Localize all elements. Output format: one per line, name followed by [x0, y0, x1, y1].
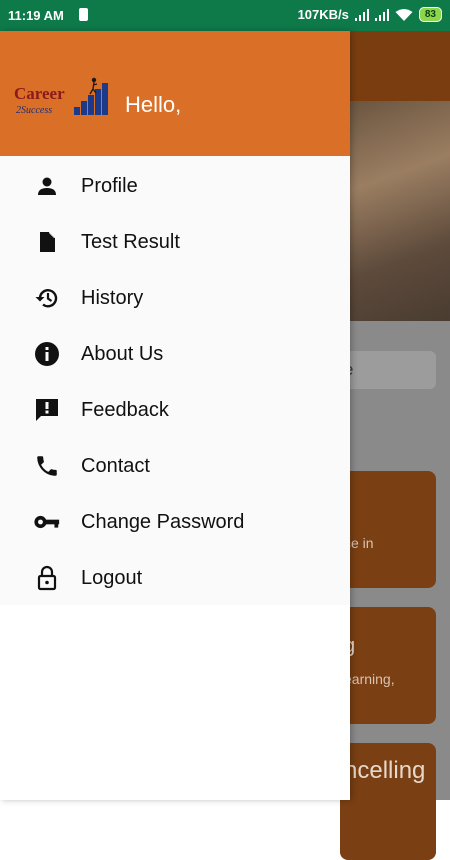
drawer-menu: Profile Test Result History About Us Fee [0, 156, 350, 605]
menu-item-about-us[interactable]: About Us [0, 326, 350, 382]
background-card: ce in [340, 471, 436, 588]
feedback-icon [33, 396, 61, 424]
menu-item-label: Contact [81, 454, 150, 477]
menu-item-label: Logout [81, 566, 143, 589]
signal-icon [374, 8, 389, 21]
background-card: g earning, [340, 607, 436, 724]
menu-item-contact[interactable]: Contact [0, 438, 350, 494]
menu-item-history[interactable]: History [0, 270, 350, 326]
menu-item-feedback[interactable]: Feedback [0, 382, 350, 438]
background-search-input: e [340, 351, 436, 389]
key-icon [33, 508, 61, 536]
menu-item-logout[interactable]: Logout [0, 550, 350, 606]
lock-icon [33, 564, 61, 592]
net-speed: 107KB/s [297, 7, 349, 22]
sim-icon [79, 8, 88, 21]
document-icon [33, 228, 61, 256]
info-icon [33, 340, 61, 368]
status-bar: 11:19 AM 107KB/s 83 [0, 0, 450, 31]
phone-icon [33, 452, 61, 480]
menu-item-label: Feedback [81, 398, 169, 421]
svg-text:2Success: 2Success [16, 105, 52, 116]
status-time: 11:19 AM [8, 8, 64, 23]
menu-item-label: Profile [81, 174, 138, 197]
menu-item-label: Change Password [81, 510, 245, 533]
menu-item-label: Test Result [81, 230, 180, 253]
navigation-drawer: Career 2Success Hello, Profile Test Resu… [0, 31, 350, 800]
background-card: ncelling [340, 743, 436, 860]
svg-text:Career: Career [14, 84, 65, 103]
background-card-title: ncelling [344, 757, 426, 784]
drawer-header: Career 2Success Hello, [0, 31, 350, 156]
battery-icon: 83 [418, 7, 442, 22]
menu-item-label: History [81, 286, 144, 309]
menu-item-change-password[interactable]: Change Password [0, 494, 350, 550]
menu-item-profile[interactable]: Profile [0, 158, 350, 214]
status-icons: 107KB/s 83 [298, 7, 442, 22]
person-icon [33, 172, 61, 200]
menu-item-test-result[interactable]: Test Result [0, 214, 350, 270]
signal-icon [354, 8, 369, 21]
greeting-text: Hello, [125, 92, 182, 117]
menu-item-label: About Us [81, 342, 164, 365]
history-icon [33, 284, 61, 312]
background-photo [350, 101, 450, 321]
wifi-icon [395, 8, 413, 22]
app-logo: Career 2Success [14, 77, 112, 119]
background-card-text: earning, [344, 671, 395, 687]
